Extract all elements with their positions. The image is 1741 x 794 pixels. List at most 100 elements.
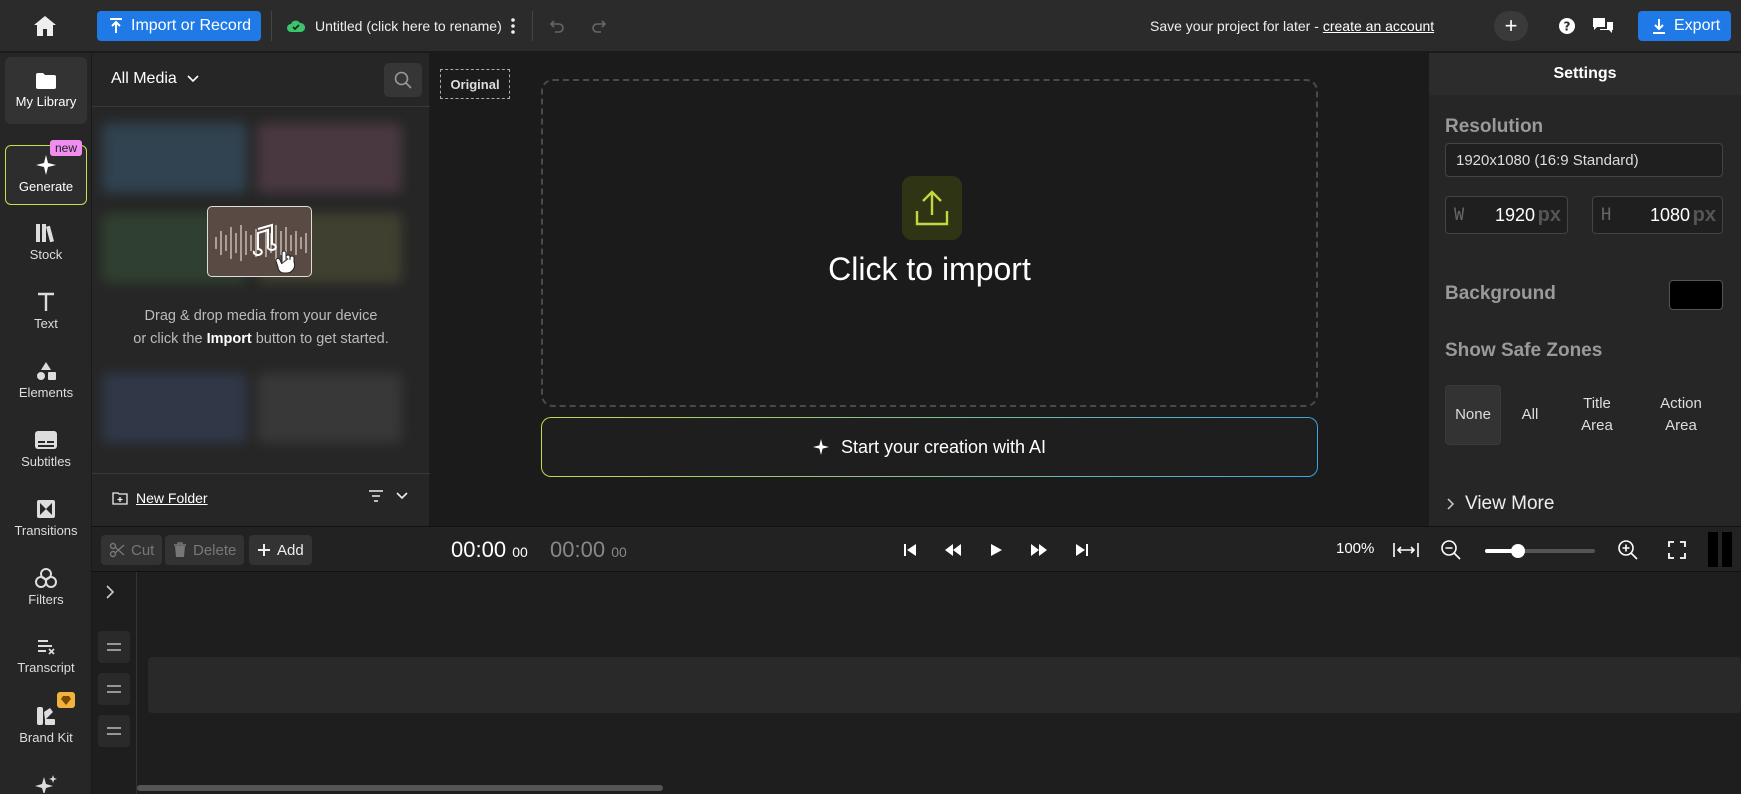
- zoom-slider-handle[interactable]: [1511, 544, 1525, 558]
- sidebar-item-text[interactable]: Text: [5, 282, 87, 342]
- width-key: W: [1454, 205, 1465, 225]
- new-folder-button[interactable]: New Folder: [112, 490, 208, 506]
- height-unit: px: [1692, 203, 1716, 226]
- sidebar-item-label: Brand Kit: [19, 730, 73, 745]
- zoom-percentage: 100%: [1336, 540, 1375, 557]
- sidebar-item-generate[interactable]: new Generate: [5, 140, 87, 205]
- sidebar-item-stock[interactable]: Stock: [5, 213, 87, 273]
- view-more-button[interactable]: View More: [1447, 493, 1554, 515]
- height-value: 1080: [1649, 204, 1690, 225]
- width-unit: px: [1537, 203, 1561, 226]
- home-button[interactable]: [20, 11, 70, 41]
- project-title-label: Untitled (click here to rename): [315, 18, 502, 34]
- empty-message-line2: or click the Import button to get starte…: [102, 328, 420, 351]
- media-filter-dropdown[interactable]: All Media: [111, 70, 199, 88]
- upload-icon: [915, 190, 949, 226]
- pause-bars: [1706, 532, 1734, 567]
- import-or-record-label: Import or Record: [131, 17, 252, 34]
- sidebar-item-subtitles[interactable]: Subtitles: [5, 420, 87, 480]
- sparkle-icon: [36, 155, 56, 175]
- sidebar-item-label: Filters: [28, 592, 64, 607]
- sort-filter-button[interactable]: [368, 489, 408, 503]
- track-controls-gutter: [92, 572, 137, 794]
- add-button[interactable]: Add: [249, 535, 312, 565]
- background-color-swatch[interactable]: [1669, 280, 1723, 310]
- total-frames: 00: [611, 544, 627, 560]
- fast-forward-button[interactable]: [1025, 537, 1053, 563]
- kebab-icon: [511, 18, 515, 34]
- zoom-out-button[interactable]: [1437, 537, 1465, 563]
- safe-zone-title-area[interactable]: Title Area: [1559, 385, 1635, 445]
- gem-icon: [61, 695, 71, 705]
- project-title[interactable]: Untitled (click here to rename): [287, 11, 502, 41]
- transcript-icon: [38, 640, 55, 655]
- home-icon: [34, 16, 56, 36]
- zoom-in-button[interactable]: [1614, 537, 1642, 563]
- undo-button[interactable]: [545, 13, 569, 39]
- library-search-button[interactable]: [384, 63, 422, 97]
- track-drag-handle[interactable]: [98, 715, 130, 747]
- skip-to-end-button[interactable]: [1068, 537, 1096, 563]
- safe-zones-label: Show Safe Zones: [1445, 340, 1603, 361]
- sidebar-item-brand-kit[interactable]: Brand Kit: [5, 692, 87, 756]
- resolution-select[interactable]: 1920x1080 (16:9 Standard): [1445, 143, 1723, 177]
- safe-zone-action-area[interactable]: Action Area: [1639, 385, 1723, 445]
- rewind-button[interactable]: [939, 537, 967, 563]
- sidebar-item-my-library[interactable]: My Library: [5, 57, 87, 124]
- import-or-record-button[interactable]: Import or Record: [97, 11, 261, 41]
- track-drag-handle[interactable]: [98, 673, 130, 705]
- redo-button[interactable]: [587, 13, 611, 39]
- top-bar: Import or Record Untitled (click here to…: [0, 0, 1741, 52]
- sidebar-item-transitions[interactable]: Transitions: [5, 489, 87, 549]
- sidebar-item-transcript[interactable]: Transcript: [5, 627, 87, 687]
- zoom-slider[interactable]: [1485, 544, 1595, 558]
- transitions-icon: [37, 500, 55, 518]
- sparkle-icon: [812, 439, 829, 455]
- skip-to-start-button[interactable]: [896, 537, 924, 563]
- start-creation-with-ai-button[interactable]: Start your creation with AI: [541, 417, 1318, 477]
- drag-handle-icon: [107, 685, 121, 693]
- left-sidebar: My Library new Generate Stock Text Eleme…: [0, 53, 92, 794]
- empty-message-text: button to get started.: [255, 331, 389, 347]
- safe-zone-none[interactable]: None: [1445, 385, 1501, 445]
- safe-zone-all[interactable]: All: [1505, 385, 1555, 445]
- redo-icon: [592, 20, 607, 33]
- view-more-label: View More: [1465, 493, 1555, 514]
- timeline-track[interactable]: [148, 657, 1741, 713]
- delete-button[interactable]: Delete: [165, 535, 245, 565]
- export-button[interactable]: Export: [1638, 11, 1731, 41]
- create-account-link[interactable]: create an account: [1323, 18, 1434, 34]
- cut-button[interactable]: Cut: [101, 535, 163, 565]
- search-icon: [394, 71, 412, 89]
- text-icon: [38, 292, 54, 311]
- resolution-label: Resolution: [1445, 116, 1544, 137]
- media-filter-label: All Media: [111, 70, 177, 87]
- track-drag-handle[interactable]: [98, 631, 130, 663]
- fit-to-screen-button[interactable]: [1389, 537, 1423, 563]
- filters-icon: [35, 568, 57, 588]
- fullscreen-button[interactable]: [1663, 537, 1691, 563]
- books-icon: [36, 224, 55, 243]
- undo-icon: [549, 20, 564, 33]
- sidebar-item-more-ai[interactable]: [34, 775, 58, 793]
- import-drop-zone[interactable]: Click to import: [541, 79, 1318, 407]
- add-collaborator-button[interactable]: +: [1494, 11, 1528, 41]
- expand-tracks-button[interactable]: [105, 584, 115, 600]
- sidebar-item-label: Transcript: [17, 660, 75, 675]
- sidebar-item-filters[interactable]: Filters: [5, 558, 87, 618]
- aspect-original-tag[interactable]: Original: [440, 69, 510, 99]
- sidebar-item-label: Stock: [29, 247, 63, 262]
- empty-message-text: or click the: [133, 331, 203, 347]
- new-folder-label: New Folder: [136, 490, 208, 506]
- help-button[interactable]: ?: [1556, 14, 1578, 38]
- timeline-horizontal-scrollbar[interactable]: [137, 785, 663, 791]
- width-input[interactable]: W 1920 px: [1445, 196, 1568, 234]
- skip-back-icon: [904, 544, 916, 556]
- upload-icon-tile: [902, 176, 962, 240]
- play-button[interactable]: [982, 537, 1010, 563]
- height-input[interactable]: H 1080 px: [1592, 196, 1723, 234]
- project-menu-button[interactable]: [505, 11, 521, 41]
- sidebar-item-elements[interactable]: Elements: [5, 351, 87, 411]
- feedback-button[interactable]: [1590, 14, 1616, 38]
- help-icon: ?: [1559, 18, 1575, 34]
